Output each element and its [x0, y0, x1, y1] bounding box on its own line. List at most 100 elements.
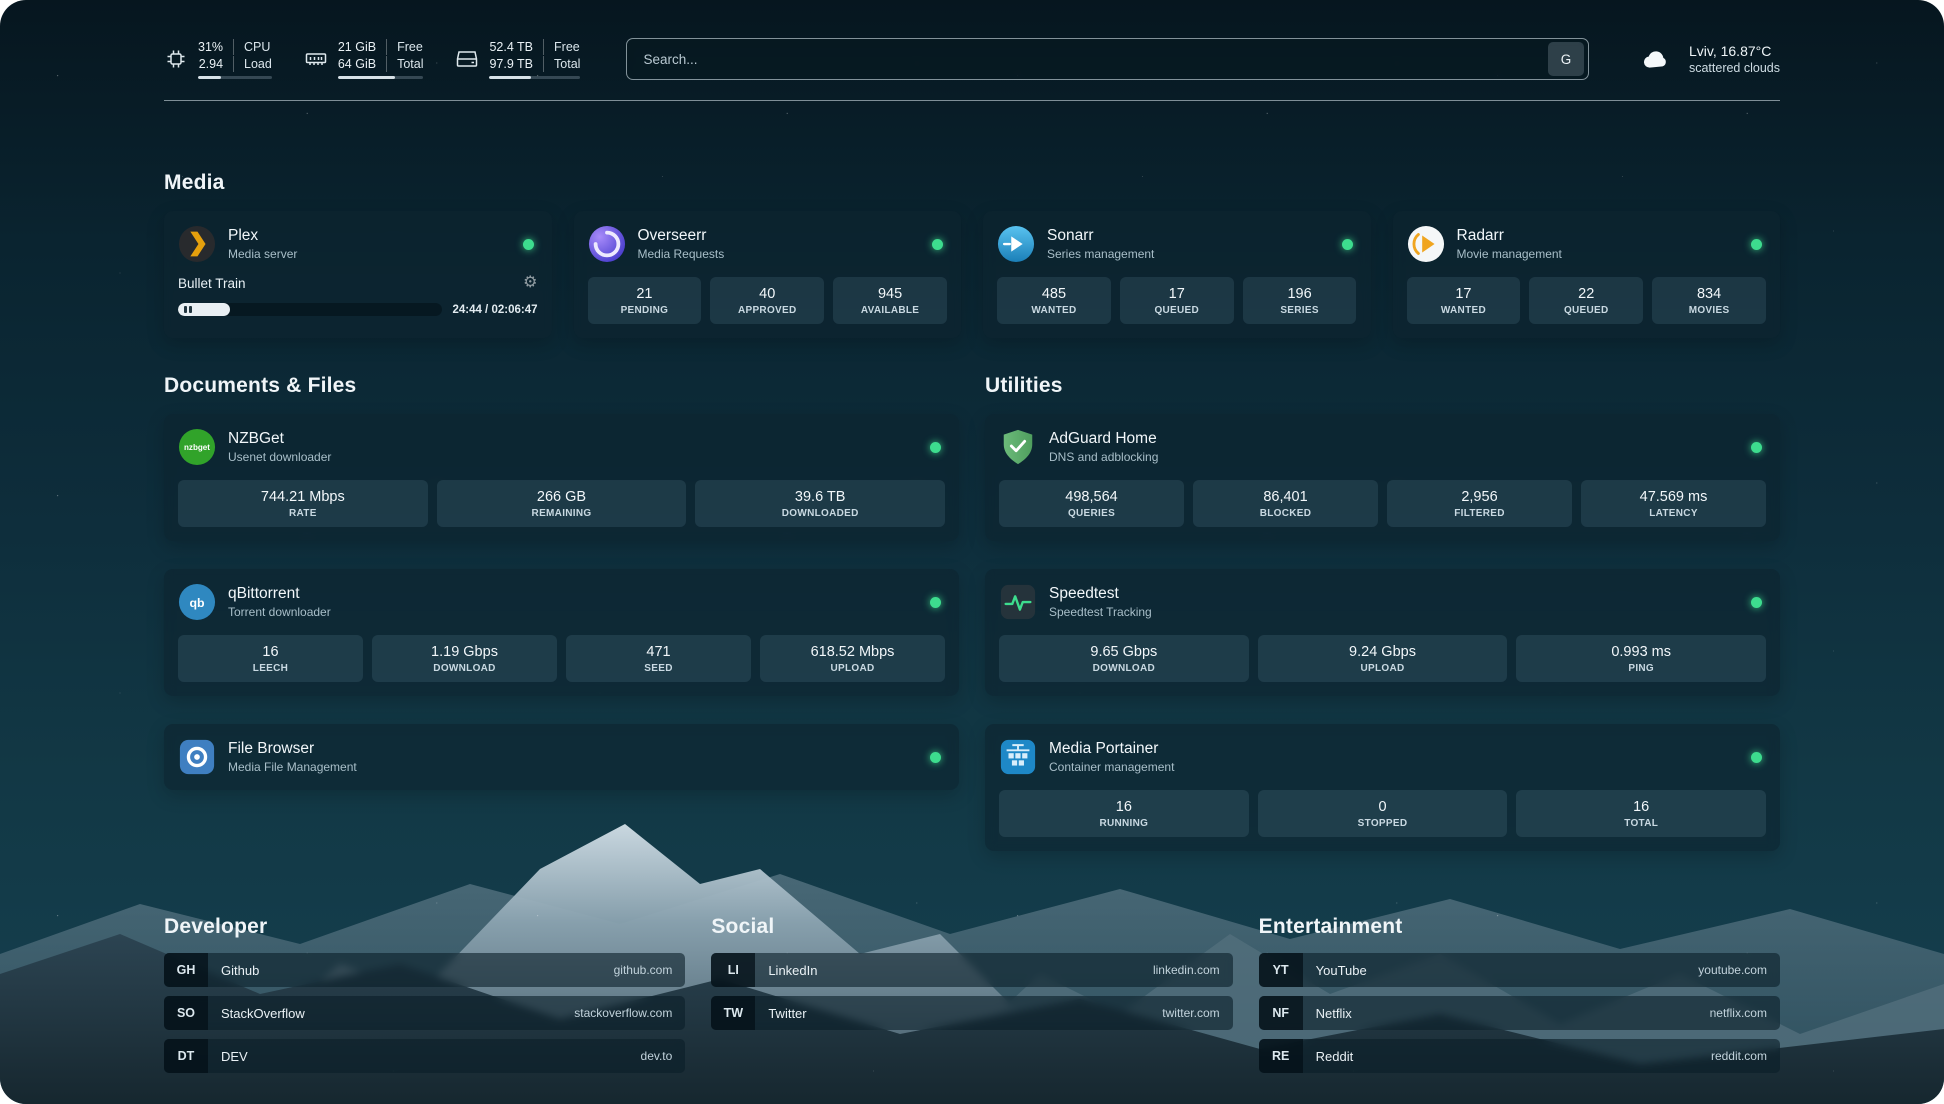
memory-usage-bar — [338, 76, 424, 79]
bookmark-url: twitter.com — [1162, 1006, 1219, 1020]
stat-value: 196 — [1247, 286, 1353, 302]
memory-widget: 21 GiBFree64 GiBTotal — [304, 39, 424, 80]
stat-latency: 47.569 msLATENCY — [1581, 480, 1766, 527]
stat-label: LATENCY — [1585, 508, 1762, 519]
status-indicator — [1751, 752, 1762, 763]
stat-blocked: 86,401BLOCKED — [1193, 480, 1378, 527]
bookmark-abbr: YT — [1259, 953, 1303, 987]
bookmark-linkedin[interactable]: LILinkedInlinkedin.com — [711, 953, 1232, 987]
service-card-nzbget[interactable]: nzbgetNZBGetUsenet downloader744.21 Mbps… — [164, 414, 959, 541]
service-card-adguard-home[interactable]: AdGuard HomeDNS and adblocking498,564QUE… — [985, 414, 1780, 541]
disk-value-1: 52.4 TB — [489, 39, 533, 55]
disk-value-2: 97.9 TB — [489, 56, 533, 72]
bookmark-name: DEV — [221, 1049, 248, 1064]
stat-value: 16 — [1003, 799, 1245, 815]
service-card-radarr[interactable]: RadarrMovie management17WANTED22QUEUED83… — [1393, 211, 1781, 338]
stat-approved: 40 APPROVED — [710, 277, 824, 324]
status-indicator — [1751, 442, 1762, 453]
stat-value: 1.19 Gbps — [376, 644, 553, 660]
bookmark-dev[interactable]: DT DEV dev.to — [164, 1039, 685, 1073]
now-playing-title: Bullet Train — [178, 276, 246, 291]
status-indicator — [932, 239, 943, 250]
disk-icon — [455, 47, 479, 71]
stat-label: MOVIES — [1656, 305, 1762, 316]
bookmark-abbr: RE — [1259, 1039, 1303, 1073]
bookmark-name: Reddit — [1316, 1049, 1354, 1064]
bookmark-url: github.com — [614, 963, 673, 977]
service-card-qbittorrent[interactable]: qbqBittorrentTorrent downloader16LEECH1.… — [164, 569, 959, 696]
service-card-speedtest[interactable]: SpeedtestSpeedtest Tracking9.65 GbpsDOWN… — [985, 569, 1780, 696]
portainer-icon — [999, 738, 1037, 776]
stat-label: APPROVED — [714, 305, 820, 316]
service-card-overseerr[interactable]: OverseerrMedia Requests21PENDING40APPROV… — [574, 211, 962, 338]
stat-label: BLOCKED — [1197, 508, 1374, 519]
bookmark-url: dev.to — [641, 1049, 673, 1063]
service-name: qBittorrent — [228, 585, 331, 603]
cpu-usage-bar — [198, 76, 272, 79]
svg-text:nzbget: nzbget — [184, 443, 210, 452]
bookmark-twitter[interactable]: TWTwittertwitter.com — [711, 996, 1232, 1030]
weather-location: Lviv, 16.87°C — [1689, 43, 1780, 59]
stat-queries: 498,564QUERIES — [999, 480, 1184, 527]
service-description: Media server — [228, 247, 297, 261]
disk-label-2: Total — [543, 56, 580, 72]
middle-columns: Documents & Files nzbgetNZBGetUsenet dow… — [164, 374, 1780, 851]
section-entertainment: EntertainmentYTYouTubeyoutube.comNFNetfl… — [1259, 915, 1780, 1073]
stat-series: 196SERIES — [1243, 277, 1357, 324]
service-description: Usenet downloader — [228, 450, 331, 464]
memory-label-2: Total — [386, 56, 423, 72]
speedtest-icon — [999, 583, 1037, 621]
bookmark-url: reddit.com — [1711, 1049, 1767, 1063]
service-card-sonarr[interactable]: SonarrSeries management485WANTED17QUEUED… — [983, 211, 1371, 338]
search-provider-button[interactable]: G — [1548, 42, 1584, 76]
service-name: Overseerr — [638, 227, 725, 245]
utilities-cards: AdGuard HomeDNS and adblocking498,564QUE… — [985, 414, 1780, 851]
stat-leech: 16LEECH — [178, 635, 363, 682]
gear-icon[interactable]: ⚙ — [523, 275, 537, 291]
disk-label-1: Free — [543, 39, 580, 55]
stat-value: 40 — [714, 286, 820, 302]
stat-value: 9.65 Gbps — [1003, 644, 1245, 660]
stat-value: 266 GB — [441, 489, 683, 505]
bookmark-name: LinkedIn — [768, 963, 817, 978]
bookmark-github[interactable]: GHGithubgithub.com — [164, 953, 685, 987]
bookmark-reddit[interactable]: RE Reddit reddit.com — [1259, 1039, 1780, 1073]
stat-total: 16TOTAL — [1516, 790, 1766, 837]
stat-label: QUERIES — [1003, 508, 1180, 519]
stat-label: REMAINING — [441, 508, 683, 519]
status-indicator — [523, 239, 534, 250]
stat-label: QUEUED — [1533, 305, 1639, 316]
resource-widgets: 31%CPU2.94Load 21 GiBFree64 GiBTotal 52.4 … — [164, 39, 580, 80]
section-social: SocialLILinkedInlinkedin.comTWTwittertwi… — [711, 915, 1232, 1073]
bookmark-youtube[interactable]: YT YouTube youtube.com — [1259, 953, 1780, 987]
cpu-widget: 31%CPU2.94Load — [164, 39, 272, 80]
bookmark-name: Twitter — [768, 1006, 806, 1021]
bookmark-name: YouTube — [1316, 963, 1367, 978]
plex-icon — [178, 225, 216, 263]
stat-queued: 17QUEUED — [1120, 277, 1234, 324]
search-input[interactable] — [627, 52, 1548, 67]
bookmark-url: youtube.com — [1698, 963, 1767, 977]
group-title-utilities: Utilities — [985, 374, 1780, 398]
section-utilities: Utilities AdGuard HomeDNS and adblocking… — [985, 374, 1780, 851]
search-bar: G — [626, 38, 1589, 80]
service-card-file-browser[interactable]: File BrowserMedia File Management — [164, 724, 959, 790]
service-description: DNS and adblocking — [1049, 450, 1158, 464]
bookmark-stackoverflow[interactable]: SOStackOverflowstackoverflow.com — [164, 996, 685, 1030]
status-indicator — [1751, 239, 1762, 250]
stat-value: 618.52 Mbps — [764, 644, 941, 660]
status-indicator — [930, 442, 941, 453]
service-card-media-portainer[interactable]: Media PortainerContainer management16RUN… — [985, 724, 1780, 851]
stat-value: 21 — [592, 286, 698, 302]
stat-label: DOWNLOAD — [376, 663, 553, 674]
filebrowser-icon — [178, 738, 216, 776]
service-description: Movie management — [1457, 247, 1562, 261]
weather-condition: scattered clouds — [1689, 61, 1780, 75]
service-description: Container management — [1049, 760, 1174, 774]
bookmark-abbr: DT — [164, 1039, 208, 1073]
cpu-label-1: CPU — [233, 39, 272, 55]
service-description: Torrent downloader — [228, 605, 331, 619]
bookmark-url: linkedin.com — [1153, 963, 1220, 977]
bookmark-netflix[interactable]: NFNetflixnetflix.com — [1259, 996, 1780, 1030]
service-card-plex[interactable]: PlexMedia serverBullet Train⚙24:44 / 02:… — [164, 211, 552, 338]
